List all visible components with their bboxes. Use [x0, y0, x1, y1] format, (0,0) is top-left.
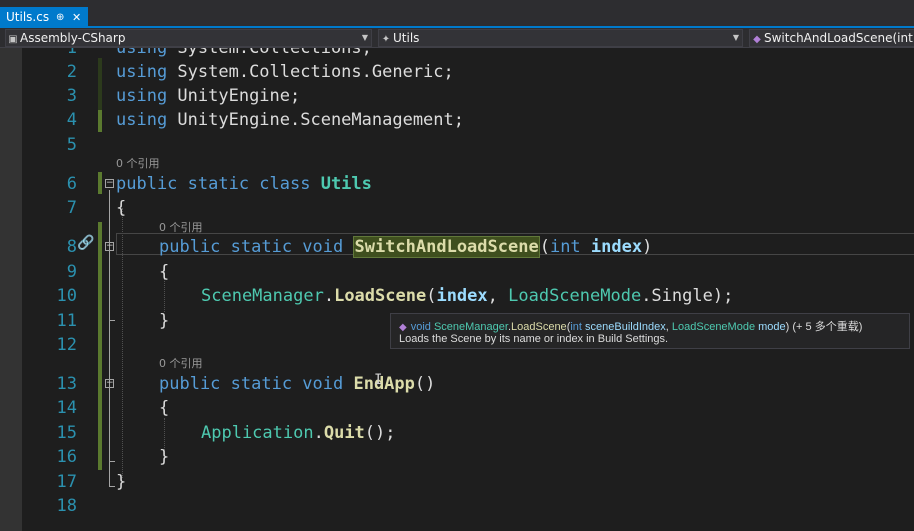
line-number: 10 [56, 286, 77, 306]
member-dropdown[interactable]: ◆SwitchAndLoadScene(int index) [749, 29, 914, 47]
outline-end [109, 486, 115, 487]
line-number: 6 [66, 174, 77, 194]
glyph-margin [0, 48, 22, 531]
class-name: Utils [393, 31, 420, 45]
code-line: using System.Collections; [116, 48, 372, 58]
text-cursor-icon: I [374, 372, 383, 388]
code-line: SceneManager.LoadScene(index, LoadSceneM… [201, 286, 734, 306]
outline-line [109, 190, 110, 487]
line-number: 4 [66, 110, 77, 130]
line-number: 18 [56, 496, 77, 516]
method-icon: ◆ [753, 34, 761, 45]
line-number: 13 [56, 374, 77, 394]
tab-utils-cs[interactable]: Utils.cs ⊕ ✕ [0, 7, 88, 28]
collapse-icon[interactable]: − [105, 379, 114, 388]
line-number: 14 [56, 398, 77, 418]
collapse-icon[interactable]: − [105, 242, 114, 251]
code-line: public static void SwitchAndLoadScene(in… [159, 236, 653, 258]
code-line: } [116, 472, 127, 492]
code-line: using System.Collections.Generic; [116, 62, 454, 82]
line-number: 17 [56, 472, 77, 492]
change-marker [98, 110, 102, 132]
line-number: 15 [56, 423, 77, 443]
class-dropdown[interactable]: ✦ Utils ▼ [378, 29, 743, 47]
code-line: } [159, 311, 170, 331]
line-number: 11 [56, 311, 77, 331]
tooltip-description: Loads the Scene by its name or index in … [399, 333, 669, 345]
chevron-down-icon: ▼ [361, 33, 368, 42]
codelens-references[interactable]: 0 个引用 [159, 221, 203, 235]
pin-icon[interactable]: ⊕ [56, 7, 64, 28]
code-line: { [116, 198, 127, 218]
change-marker [98, 222, 102, 470]
member-name: SwitchAndLoadScene(int index) [764, 31, 914, 45]
close-icon[interactable]: ✕ [72, 7, 81, 28]
tooltip-signature: ◆ void SceneManager.LoadScene(int sceneBu… [399, 321, 863, 333]
line-number: 5 [66, 135, 77, 155]
method-name-highlight: SwitchAndLoadScene [353, 236, 540, 258]
outline-end [109, 320, 115, 321]
line-number: 12 [56, 335, 77, 355]
code-line: public static void EndApp() [159, 374, 436, 394]
code-line: public static class Utils [116, 174, 372, 194]
code-line: using UnityEngine; [116, 86, 301, 106]
method-icon: ◆ [399, 322, 407, 333]
line-number: 7 [66, 198, 77, 218]
change-marker [98, 172, 102, 194]
code-line: { [159, 398, 170, 418]
code-line: } [159, 447, 170, 467]
quick-actions-icon[interactable]: 🔗 [77, 235, 94, 251]
line-number: 2 [66, 62, 77, 82]
chevron-down-icon: ▼ [732, 33, 739, 42]
line-number: 3 [66, 86, 77, 106]
code-line: Application.Quit(); [201, 423, 396, 443]
line-number: 1 [66, 48, 77, 58]
quick-info-tooltip: ◆ void SceneManager.LoadScene(int sceneBu… [390, 313, 910, 349]
navigation-bar: ▣ Assembly-CSharp ▼ ✦ Utils ▼ ◆ SwitchAndLo… [0, 28, 914, 48]
line-number: 8 [66, 237, 77, 257]
document-tab-strip: Utils.cs ⊕ ✕ [0, 0, 914, 28]
code-line: { [159, 262, 170, 282]
csharp-project-icon: ▣ [8, 34, 18, 45]
project-dropdown[interactable]: ▣ Assembly-CSharp ▼ [5, 29, 372, 47]
line-number: 9 [66, 262, 77, 282]
saved-change-marker [98, 58, 102, 110]
tab-title: Utils.cs [6, 10, 50, 24]
codelens-references[interactable]: 0 个引用 [116, 157, 160, 171]
project-name: Assembly-CSharp [20, 31, 126, 45]
collapse-icon[interactable]: − [105, 179, 114, 188]
codelens-references[interactable]: 0 个引用 [159, 357, 203, 371]
class-icon: ✦ [381, 34, 391, 45]
code-line: using UnityEngine.SceneManagement; [116, 110, 464, 130]
outline-end [109, 461, 115, 462]
line-number: 16 [56, 447, 77, 467]
code-editor[interactable]: − − − 🔗 1 2 3 4 5 6 7 8 9 10 11 12 13 14… [0, 48, 914, 531]
